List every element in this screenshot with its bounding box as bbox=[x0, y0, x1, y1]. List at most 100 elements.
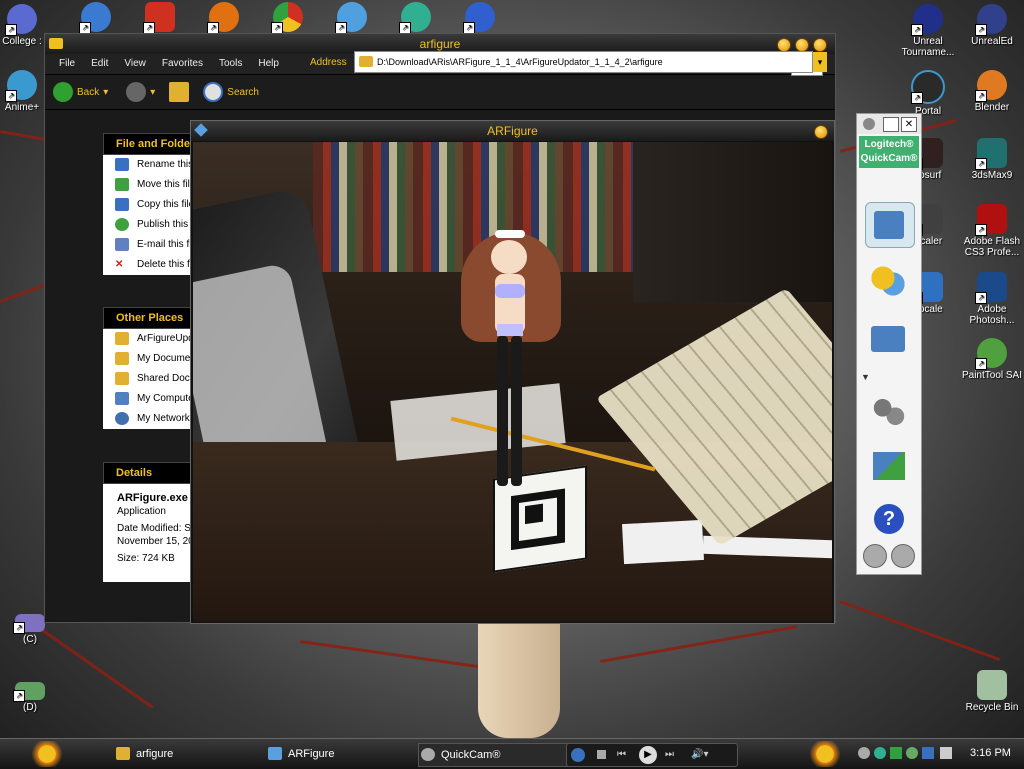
taskbar-item-quickcam[interactable]: QuickCam® bbox=[418, 743, 572, 767]
start-button[interactable] bbox=[22, 741, 72, 767]
figure-right-leg bbox=[511, 336, 522, 486]
taskbar: arfigure ARFigure QuickCam® ⏮ ▶ ⏭ 🔊▾ 3:1… bbox=[0, 738, 1024, 769]
arfigure-window[interactable]: ARFigure bbox=[190, 120, 835, 624]
wallpaper-figure-legs bbox=[478, 622, 560, 738]
tray-icon[interactable] bbox=[858, 747, 870, 759]
effects-button[interactable] bbox=[865, 260, 913, 304]
close-button[interactable] bbox=[814, 125, 828, 139]
anime-figure bbox=[451, 224, 571, 494]
window-title: ARFigure bbox=[487, 124, 538, 138]
desktop-icon-blender[interactable]: ↗ Blender bbox=[956, 70, 1024, 113]
menu-file[interactable]: File bbox=[51, 54, 83, 74]
publish-icon bbox=[115, 218, 129, 231]
contacts-button[interactable] bbox=[865, 444, 913, 488]
address-field[interactable]: D:\Download\ARis\ARFigure_1_1_4\ArFigure… bbox=[354, 51, 813, 73]
up-folder-icon[interactable] bbox=[169, 82, 190, 102]
folder-icon bbox=[359, 56, 373, 67]
menu-edit[interactable]: Edit bbox=[83, 54, 116, 74]
menu-tools[interactable]: Tools bbox=[211, 54, 250, 74]
desktop-icon-label: (D) bbox=[23, 702, 37, 713]
close-button[interactable]: ✕ bbox=[901, 117, 917, 132]
network-icon[interactable] bbox=[922, 747, 934, 759]
desktop-icon-top-2[interactable]: ↗ bbox=[124, 2, 196, 34]
wallpaper-crack bbox=[839, 600, 1001, 662]
volume-tray-icon[interactable] bbox=[940, 747, 952, 759]
drive-icon: ↗ bbox=[13, 614, 45, 634]
cube-icon bbox=[268, 747, 282, 760]
back-button[interactable]: Back ▾ bbox=[53, 82, 108, 102]
menu-help[interactable]: Help bbox=[250, 54, 287, 74]
theater-masks-icon bbox=[871, 266, 905, 296]
next-button[interactable]: ⏭ bbox=[665, 749, 674, 760]
desktop-icon-unreal-tournament[interactable]: ↗ Unreal Tourname... bbox=[892, 4, 964, 58]
desktop-icon-drive-d[interactable]: ↗ (D) bbox=[0, 676, 66, 713]
gears-icon bbox=[873, 398, 905, 426]
clock[interactable]: 3:16 PM bbox=[970, 747, 1011, 759]
play-button[interactable]: ▶ bbox=[639, 746, 657, 764]
gear-icon: ↗ bbox=[5, 4, 37, 36]
volume-icon[interactable]: 🔊▾ bbox=[691, 749, 708, 760]
camera-view[interactable] bbox=[193, 142, 832, 622]
media-player-icon: ↗ bbox=[463, 2, 495, 34]
media-player-mini[interactable]: ⏮ ▶ ⏭ 🔊▾ bbox=[566, 743, 738, 767]
forward-button[interactable]: ▾ bbox=[126, 82, 155, 102]
messenger-icon: ↗ bbox=[335, 2, 367, 34]
desktop-icon-label: (C) bbox=[23, 634, 37, 645]
menu-view[interactable]: View bbox=[116, 54, 154, 74]
desktop-icon-painttool-sai[interactable]: ↗ PaintTool SAI bbox=[956, 338, 1024, 381]
minimize-button[interactable] bbox=[883, 117, 899, 132]
tray-icon[interactable] bbox=[890, 747, 902, 759]
desktop-icon-chrome[interactable]: ↗ bbox=[252, 2, 324, 34]
desktop-icon-recycle-bin[interactable]: Recycle Bin bbox=[956, 670, 1024, 713]
settings-button[interactable] bbox=[865, 390, 913, 434]
arfigure-titlebar[interactable]: ARFigure bbox=[191, 121, 834, 141]
desktop-icon-top-6[interactable]: ↗ bbox=[380, 2, 452, 34]
sun-logo-icon bbox=[800, 741, 850, 767]
camera-icon bbox=[863, 118, 875, 130]
desktop-icon-portal[interactable]: ↗ Portal bbox=[892, 70, 964, 117]
desktop-icon-mediaplayer[interactable]: ↗ bbox=[444, 2, 516, 34]
stop-button[interactable] bbox=[597, 750, 606, 759]
desktop-icon-label: Adobe Flash CS3 Profe... bbox=[963, 236, 1021, 258]
desktop-icon-flash[interactable]: ↗ Adobe Flash CS3 Profe... bbox=[956, 204, 1024, 258]
desktop-icon-top-1[interactable]: ↗ bbox=[60, 2, 132, 34]
film-person-icon bbox=[874, 211, 904, 239]
desktop-icon-label: PaintTool SAI bbox=[961, 370, 1023, 381]
camera-button[interactable] bbox=[891, 544, 915, 568]
search-button[interactable]: Search bbox=[203, 82, 259, 102]
collapse-arrow-icon[interactable]: ▼ bbox=[861, 372, 870, 382]
help-button[interactable]: ? bbox=[865, 498, 913, 542]
figure-underwear bbox=[497, 324, 523, 336]
quickcam-panel[interactable]: ✕ Logitech® QuickCam® ? ▼ bbox=[856, 113, 922, 575]
toolbar: Back ▾ ▾ Search bbox=[45, 75, 835, 110]
3dsmax-icon: ↗ bbox=[975, 138, 1007, 170]
folder-icon bbox=[115, 352, 129, 365]
paper bbox=[622, 519, 704, 565]
previous-button[interactable]: ⏮ bbox=[617, 749, 626, 760]
video-capture-button[interactable] bbox=[865, 202, 915, 248]
desktop-icon-label: 3dsMax9 bbox=[971, 170, 1013, 181]
quickcam-titlebar[interactable]: ✕ bbox=[857, 114, 921, 134]
record-button[interactable] bbox=[863, 544, 887, 568]
desktop-icon-messenger[interactable]: ↗ bbox=[316, 2, 388, 34]
address-dropdown-button[interactable]: ▾ bbox=[813, 52, 827, 72]
tray-icon[interactable] bbox=[874, 747, 886, 759]
taskbar-item-arfigure-folder[interactable]: arfigure bbox=[114, 743, 266, 765]
menu-favorites[interactable]: Favorites bbox=[154, 54, 211, 74]
desktop-icon-unrealed[interactable]: ↗ UnrealEd bbox=[956, 4, 1024, 47]
tray-icon[interactable] bbox=[906, 747, 918, 759]
desktop-icon-photoshop[interactable]: ↗ Adobe Photosh... bbox=[956, 272, 1024, 326]
screen-icon bbox=[871, 326, 905, 352]
camera-icon bbox=[421, 748, 435, 761]
presentation-button[interactable] bbox=[865, 318, 913, 362]
desktop-icon-label: College : bbox=[2, 36, 42, 47]
desktop-icon-3dsmax[interactable]: ↗ 3dsMax9 bbox=[956, 138, 1024, 181]
desktop-icon-label: Anime+ bbox=[4, 102, 40, 113]
figure-bra bbox=[495, 284, 525, 298]
wallpaper-crack bbox=[599, 625, 798, 663]
folder-icon bbox=[115, 372, 129, 385]
people-swap-icon bbox=[873, 452, 905, 480]
taskbar-item-arfigure-app[interactable]: ARFigure bbox=[266, 743, 418, 765]
desktop-icon-firefox[interactable]: ↗ bbox=[188, 2, 260, 34]
unreal-icon: ↗ bbox=[911, 4, 943, 36]
